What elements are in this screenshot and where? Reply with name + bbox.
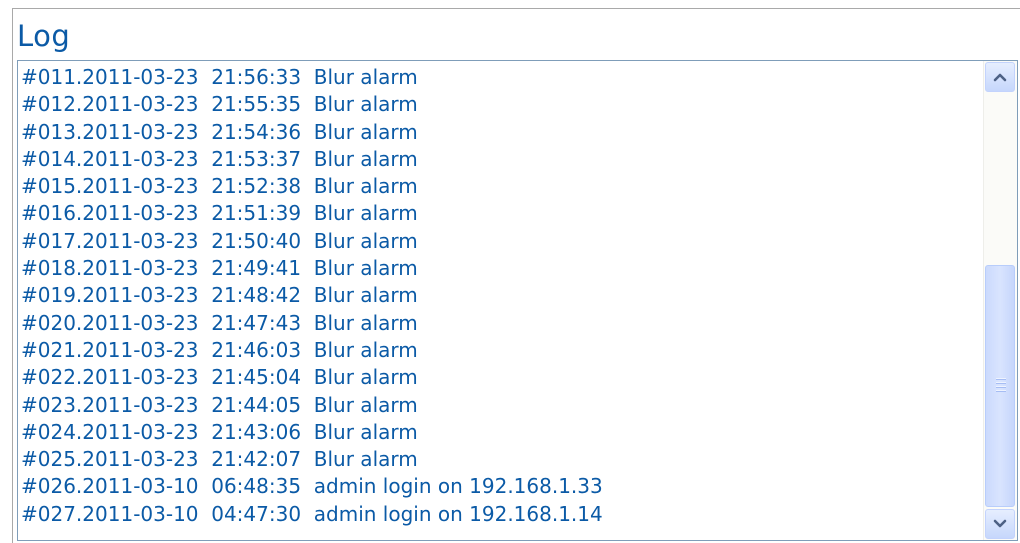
log-entry: #018.2011-03-23 21:49:41 Blur alarm bbox=[21, 256, 418, 281]
panel-top-border bbox=[12, 8, 1020, 9]
log-entry: #020.2011-03-23 21:47:43 Blur alarm bbox=[21, 310, 418, 335]
log-entry: #016.2011-03-23 21:51:39 Blur alarm bbox=[21, 201, 418, 226]
log-entry: #013.2011-03-23 21:54:36 Blur alarm bbox=[21, 119, 418, 144]
panel-left-border bbox=[12, 8, 13, 543]
vertical-scrollbar[interactable] bbox=[983, 61, 1017, 540]
chevron-up-icon bbox=[993, 73, 1007, 82]
log-entry: #011.2011-03-23 21:56:33 Blur alarm bbox=[21, 65, 418, 89]
log-listbox[interactable]: #011.2011-03-23 21:56:33 Blur alarm #012.… bbox=[17, 60, 1018, 541]
scroll-up-button[interactable] bbox=[985, 62, 1015, 92]
log-entry: #022.2011-03-23 21:45:04 Blur alarm bbox=[21, 365, 418, 390]
log-entry: #024.2011-03-23 21:43:06 Blur alarm bbox=[21, 419, 418, 444]
grip-lines-icon bbox=[996, 378, 1006, 392]
log-entry: #014.2011-03-23 21:53:37 Blur alarm bbox=[21, 146, 418, 171]
scroll-thumb[interactable] bbox=[985, 265, 1015, 507]
log-panel: Log #011.2011-03-23 21:56:33 Blur alarm #… bbox=[0, 0, 1020, 543]
log-title: Log bbox=[17, 19, 71, 53]
scroll-down-button[interactable] bbox=[985, 509, 1015, 539]
log-entry: #019.2011-03-23 21:48:42 Blur alarm bbox=[21, 283, 418, 308]
log-entries: #011.2011-03-23 21:56:33 Blur alarm #012.… bbox=[21, 64, 981, 528]
log-entry: #023.2011-03-23 21:44:05 Blur alarm bbox=[21, 392, 418, 417]
log-entry: #017.2011-03-23 21:50:40 Blur alarm bbox=[21, 228, 418, 253]
log-entry: #027.2011-03-10 04:47:30 admin login on … bbox=[21, 501, 603, 526]
log-entry: #021.2011-03-23 21:46:03 Blur alarm bbox=[21, 337, 418, 362]
log-entry: #025.2011-03-23 21:42:07 Blur alarm bbox=[21, 447, 418, 472]
log-entry: #026.2011-03-10 06:48:35 admin login on … bbox=[21, 474, 603, 499]
log-entry: #012.2011-03-23 21:55:35 Blur alarm bbox=[21, 92, 418, 117]
chevron-down-icon bbox=[993, 519, 1007, 528]
log-entry: #015.2011-03-23 21:52:38 Blur alarm bbox=[21, 174, 418, 199]
